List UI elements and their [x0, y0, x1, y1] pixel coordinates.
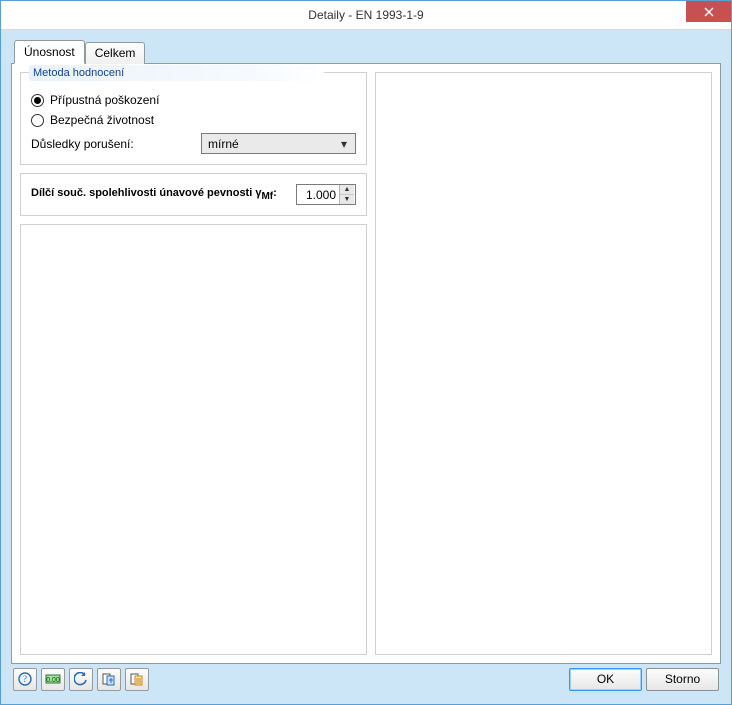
- footer-bar: ? 0.00 OK Storno: [11, 664, 721, 696]
- paste-props-button[interactable]: [125, 668, 149, 691]
- radio-damage-tolerant[interactable]: Přípustná poškození: [31, 93, 356, 107]
- right-results-panel: [375, 72, 712, 655]
- undo-icon: [74, 672, 88, 686]
- client-area: Únosnost Celkem Metoda hodnocení Přípust…: [1, 30, 731, 704]
- copy-props-icon: [102, 672, 116, 686]
- svg-text:?: ?: [23, 674, 27, 684]
- tab-unosnost[interactable]: Únosnost: [14, 40, 85, 64]
- window-title: Detaily - EN 1993-1-9: [308, 8, 423, 22]
- tabstrip: Únosnost Celkem: [11, 40, 721, 64]
- titlebar: Detaily - EN 1993-1-9: [1, 1, 731, 30]
- radio-label: Bezpečná životnost: [50, 113, 154, 127]
- close-icon: [704, 7, 714, 17]
- help-button[interactable]: ?: [13, 668, 37, 691]
- gamma-mf-input[interactable]: [297, 185, 339, 204]
- chevron-down-icon: ▾: [337, 137, 351, 151]
- undo-button[interactable]: [69, 668, 93, 691]
- left-column: Metoda hodnocení Přípustná poškození Bez…: [20, 72, 367, 655]
- units-button[interactable]: 0.00: [41, 668, 65, 691]
- consequence-label: Důsledky porušení:: [31, 137, 134, 151]
- copy-props-button[interactable]: [97, 668, 121, 691]
- left-results-panel: [20, 224, 367, 655]
- radio-safe-life[interactable]: Bezpečná životnost: [31, 113, 356, 127]
- units-icon: 0.00: [45, 672, 61, 686]
- help-icon: ?: [18, 672, 32, 686]
- dialog-window: Detaily - EN 1993-1-9 Únosnost Celkem Me…: [0, 0, 732, 705]
- factor-group: Dílčí souč. spolehlivosti únavové pevnos…: [20, 173, 367, 216]
- ok-button[interactable]: OK: [569, 668, 642, 691]
- combo-value: mírné: [208, 137, 239, 151]
- factor-label: Dílčí souč. spolehlivosti únavové pevnos…: [31, 187, 277, 202]
- assessment-legend: Metoda hodnocení: [29, 65, 324, 81]
- svg-text:0.00: 0.00: [46, 677, 60, 684]
- tab-celkem[interactable]: Celkem: [85, 42, 146, 64]
- tab-page: Metoda hodnocení Přípustná poškození Bez…: [11, 63, 721, 664]
- spinner-up[interactable]: ▲: [340, 185, 354, 195]
- radio-label: Přípustná poškození: [50, 93, 159, 107]
- spinner-buttons: ▲ ▼: [339, 185, 354, 204]
- cancel-button[interactable]: Storno: [646, 668, 719, 691]
- gamma-mf-spinner[interactable]: ▲ ▼: [296, 184, 356, 205]
- paste-props-icon: [130, 672, 144, 686]
- assessment-group: Metoda hodnocení Přípustná poškození Bez…: [20, 72, 367, 165]
- consequence-row: Důsledky porušení: mírné ▾: [31, 133, 356, 154]
- consequence-combo[interactable]: mírné ▾: [201, 133, 356, 154]
- spinner-down[interactable]: ▼: [340, 195, 354, 204]
- radio-icon: [31, 114, 44, 127]
- close-button[interactable]: [686, 1, 731, 22]
- radio-icon: [31, 94, 44, 107]
